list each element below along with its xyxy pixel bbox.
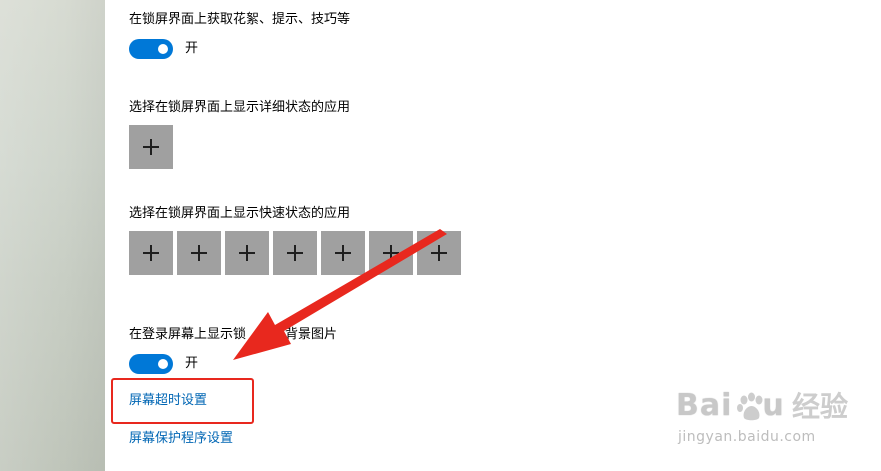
toggle-knob	[158, 44, 168, 54]
watermark-url: jingyan.baidu.com	[678, 429, 816, 445]
annotation-highlight-box	[111, 378, 254, 424]
quick-status-add-app-button-2[interactable]	[177, 231, 221, 275]
baidu-jingyan-watermark: Bai u 经验 jingyan.baidu.com	[676, 388, 872, 458]
lock-screen-tips-toggle[interactable]	[129, 39, 173, 59]
plus-icon	[383, 245, 399, 261]
signin-background-label-end: 面背景图片	[272, 327, 338, 342]
signin-background-toggle-state: 开	[185, 356, 199, 371]
plus-icon	[287, 245, 303, 261]
plus-icon	[143, 139, 159, 155]
plus-icon	[335, 245, 351, 261]
quick-status-add-app-button-4[interactable]	[273, 231, 317, 275]
plus-icon	[143, 245, 159, 261]
quick-status-add-app-button-1[interactable]	[129, 231, 173, 275]
toggle-knob	[158, 359, 168, 369]
plus-icon	[431, 245, 447, 261]
plus-icon	[239, 245, 255, 261]
quick-status-add-app-button-3[interactable]	[225, 231, 269, 275]
wallpaper-sidebar	[0, 0, 105, 471]
lock-screen-tips-toggle-row: 开	[129, 39, 198, 59]
watermark-brand-cn: 经验	[792, 390, 849, 423]
lock-screen-tips-label: 在锁屏界面上获取花絮、提示、技巧等	[129, 12, 351, 27]
signin-background-label: 在登录屏幕上显示锁 面背景图片	[129, 326, 337, 344]
plus-icon	[191, 245, 207, 261]
detailed-status-add-app-button[interactable]	[129, 125, 173, 169]
signin-background-label-start: 在登录屏幕上显示锁	[129, 327, 247, 342]
watermark-brand-prefix: Bai	[676, 388, 733, 423]
quick-status-add-app-button-7[interactable]	[417, 231, 461, 275]
screensaver-settings-link[interactable]: 屏幕保护程序设置	[129, 430, 233, 448]
detailed-status-label: 选择在锁屏界面上显示详细状态的应用	[129, 100, 351, 115]
quick-status-add-app-button-6[interactable]	[369, 231, 413, 275]
signin-background-toggle-row: 开	[129, 354, 198, 374]
paw-icon	[737, 392, 763, 421]
lock-screen-tips-toggle-state: 开	[185, 41, 199, 56]
quick-status-add-app-button-5[interactable]	[321, 231, 365, 275]
quick-status-label: 选择在锁屏界面上显示快速状态的应用	[129, 206, 351, 221]
signin-background-toggle[interactable]	[129, 354, 173, 374]
watermark-brand: Bai u	[676, 388, 785, 424]
